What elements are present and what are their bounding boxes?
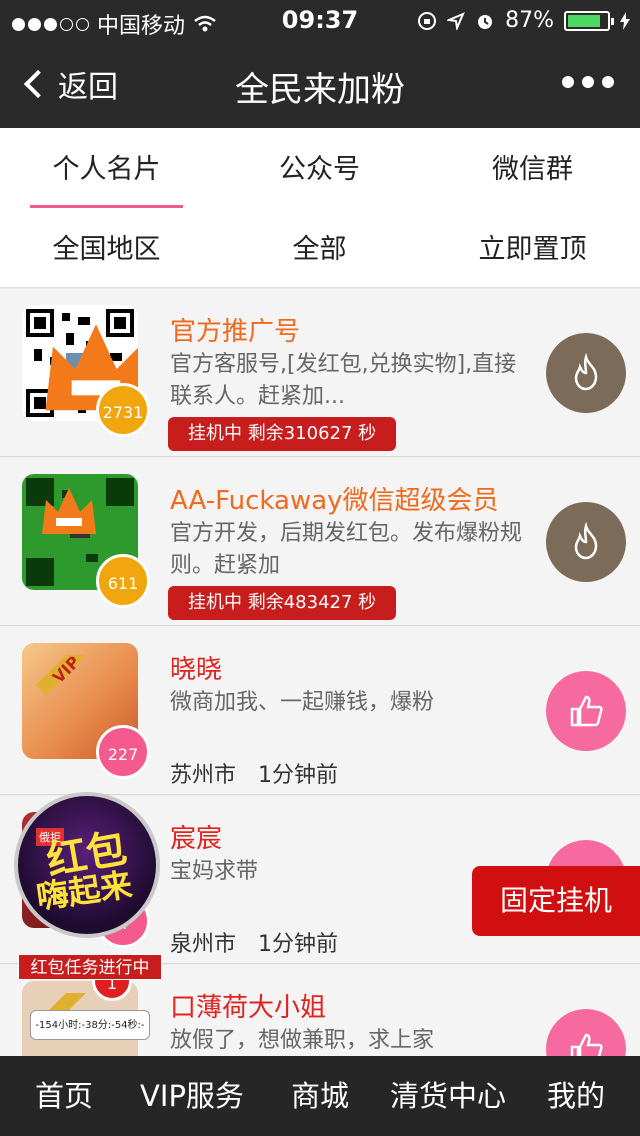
- battery-percent: 87%: [505, 8, 554, 33]
- item-name: 官方推广号: [170, 317, 301, 347]
- category-filter[interactable]: 全部: [213, 208, 426, 288]
- list-item[interactable]: 2731 官方推广号 官方客服号,[发红包,兑换实物],直接联系人。赶紧加...…: [0, 289, 640, 457]
- fans-count-badge: 2731: [96, 383, 150, 437]
- item-description: 官方开发，后期发红包。发布爆粉规则。赶紧加: [170, 521, 523, 578]
- like-button[interactable]: [546, 1009, 626, 1056]
- nav-vip-service[interactable]: VIP服务: [128, 1056, 256, 1136]
- nav-home[interactable]: 首页: [0, 1056, 128, 1136]
- hosting-status-tag: 挂机中 剩余483427 秒: [168, 586, 397, 620]
- task-countdown: -154小时:-38分:-54秒:-: [30, 1010, 150, 1040]
- boost-button[interactable]: [546, 502, 626, 582]
- item-name: 口薄荷大小姐: [170, 993, 327, 1023]
- status-bar: 中国移动 09:37 87%: [0, 0, 640, 40]
- page-title: 全民来加粉: [235, 70, 405, 110]
- hosting-status-tag: 挂机中 剩余310627 秒: [168, 417, 397, 451]
- fans-count-badge: 227: [96, 725, 150, 779]
- nav-mall[interactable]: 商城: [256, 1056, 384, 1136]
- vip-badge-icon: VIP: [36, 655, 86, 695]
- alarm-icon: [478, 14, 493, 29]
- tab-personal-card[interactable]: 个人名片: [0, 128, 213, 208]
- list-item[interactable]: VIP 227 晓晓 微商加我、一起赚钱，爆粉 苏州市 1分钟前: [0, 627, 640, 795]
- bottom-nav: 首页 VIP服务 商城 清货中心 我的: [0, 1056, 640, 1136]
- more-icon[interactable]: [562, 76, 614, 88]
- item-description: 官方客服号,[发红包,兑换实物],直接联系人。赶紧加...: [170, 352, 517, 409]
- pin-hosting-button[interactable]: 固定挂机: [472, 866, 640, 936]
- top-bar: 中国移动 09:37 87% 返回 全民来加粉: [0, 0, 640, 128]
- pin-top-button[interactable]: 立即置顶: [426, 208, 639, 288]
- like-button[interactable]: [546, 671, 626, 751]
- top-crown-icon: [42, 488, 96, 534]
- tab-wechat-group[interactable]: 微信群: [426, 128, 639, 208]
- location-icon: [447, 11, 465, 30]
- nav-bar: 返回 全民来加粉: [0, 40, 640, 128]
- item-description: 微商加我、一起赚钱，爆粉: [170, 690, 435, 715]
- charging-icon: [620, 11, 630, 30]
- thumbs-up-icon: [570, 1033, 603, 1056]
- item-location: 苏州市 1分钟前: [170, 763, 339, 788]
- red-packet-floating-button[interactable]: 俄拒 红包 嗨起来: [14, 792, 160, 938]
- card-list: 2731 官方推广号 官方客服号,[发红包,兑换实物],直接联系人。赶紧加...…: [0, 289, 640, 1056]
- thumbs-up-icon: [570, 695, 603, 727]
- list-item[interactable]: 611 AA-Fuckaway微信超级会员 官方开发，后期发红包。发布爆粉规则。…: [0, 458, 640, 626]
- battery-icon: [564, 10, 614, 31]
- red-packet-task-label: 红包任务进行中: [18, 954, 162, 980]
- region-filter[interactable]: 全国地区: [0, 208, 213, 288]
- filter-tabs: 个人名片 公众号 微信群 全国地区 全部 立即置顶: [0, 128, 640, 288]
- item-name: 晓晓: [170, 655, 223, 685]
- tab-official-account[interactable]: 公众号: [213, 128, 426, 208]
- item-location: 泉州市 1分钟前: [170, 932, 339, 957]
- item-name: AA-Fuckaway微信超级会员: [170, 486, 499, 516]
- nav-me[interactable]: 我的: [512, 1056, 640, 1136]
- nav-clearance-center[interactable]: 清货中心: [384, 1056, 512, 1136]
- item-name: 宸宸: [170, 824, 223, 854]
- fans-count-badge: 611: [96, 554, 150, 608]
- boost-button[interactable]: [546, 333, 626, 413]
- item-description: 放假了，想做兼职，求上家: [170, 1028, 435, 1053]
- rotation-lock-icon: [418, 11, 437, 30]
- fire-icon: [574, 522, 598, 560]
- fire-icon: [574, 353, 598, 391]
